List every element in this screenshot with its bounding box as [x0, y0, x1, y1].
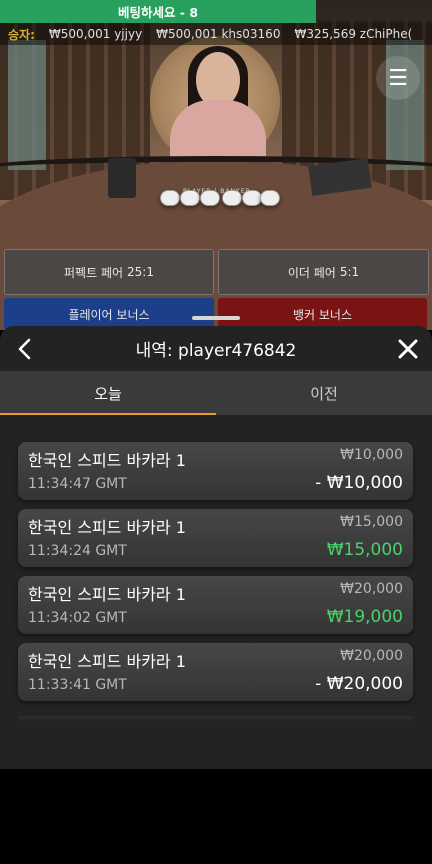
history-entry[interactable]: 한국인 스피드 바카라 1 11:34:24 GMT ₩15,000 ₩15,0… — [18, 509, 413, 567]
entry-amount: - ₩10,000 — [315, 473, 403, 493]
history-title: 내역: player476842 — [135, 341, 297, 361]
close-icon[interactable] — [394, 335, 422, 363]
winners-ticker: 승자: ₩500,001 yjjyy ₩500,001 khs03160 ₩32… — [0, 23, 432, 45]
entry-stake: ₩20,000 — [340, 581, 403, 597]
entry-time: 11:34:24 GMT — [28, 543, 127, 559]
chevron-left-icon[interactable] — [10, 335, 38, 363]
entry-game: 한국인 스피드 바카라 1 — [28, 518, 186, 537]
entry-game: 한국인 스피드 바카라 1 — [28, 652, 186, 671]
entry-amount: - ₩20,000 — [315, 674, 403, 694]
either-pair-odds: 5:1 — [339, 265, 360, 279]
banker-bonus-label: 뱅커 보너스 — [292, 307, 352, 322]
playing-card — [222, 190, 242, 206]
playing-card — [242, 190, 262, 206]
tab-today[interactable]: 오늘 — [0, 371, 216, 415]
winners-label: 승자: — [8, 27, 35, 42]
entry-amount: ₩15,000 — [326, 540, 403, 560]
entry-game: 한국인 스피드 바카라 1 — [28, 451, 186, 470]
history-sheet: 내역: player476842 오늘 이전 한국인 스피드 바카라 1 11:… — [0, 326, 432, 769]
perfect-pair-bet[interactable]: 퍼펙트 페어 25:1 — [4, 249, 214, 295]
playing-card — [160, 190, 180, 206]
entry-amount: ₩19,000 — [326, 607, 403, 627]
history-entry[interactable]: 한국인 스피드 바카라 1 11:34:47 GMT ₩10,000 - ₩10… — [18, 442, 413, 500]
player-bonus-label: 플레이어 보너스 — [68, 307, 150, 322]
entry-stake: ₩20,000 — [340, 648, 403, 664]
history-header: 내역: player476842 — [0, 326, 432, 371]
bet-timer-track — [316, 0, 432, 23]
wall-panel-left — [8, 40, 46, 170]
history-list: 한국인 스피드 바카라 1 11:34:47 GMT ₩10,000 - ₩10… — [18, 442, 414, 710]
winner-item: ₩500,001 yjjyy — [48, 27, 143, 41]
perfect-pair-label: 퍼펙트 페어 — [64, 265, 124, 280]
entry-time: 11:34:02 GMT — [28, 610, 127, 626]
history-entry[interactable]: 한국인 스피드 바카라 1 11:33:41 GMT ₩20,000 - ₩20… — [18, 643, 413, 701]
list-fade — [18, 716, 413, 722]
hamburger-menu-icon[interactable]: ☰ — [376, 56, 420, 100]
playing-card — [200, 190, 220, 206]
history-tabs: 오늘 이전 — [0, 371, 432, 415]
perfect-pair-odds: 25:1 — [127, 265, 154, 279]
entry-time: 11:34:47 GMT — [28, 476, 127, 492]
entry-stake: ₩15,000 — [340, 514, 403, 530]
card-shoe-left — [108, 158, 136, 198]
history-entry[interactable]: 한국인 스피드 바카라 1 11:34:02 GMT ₩20,000 ₩19,0… — [18, 576, 413, 634]
either-pair-bet[interactable]: 이더 페어 5:1 — [218, 249, 429, 295]
winner-item: ₩325,569 zChiPhe( — [294, 27, 413, 41]
winner-item: ₩500,001 khs03160 — [156, 27, 281, 41]
entry-time: 11:33:41 GMT — [28, 677, 127, 693]
bet-timer-bar: 베팅하세요 - 8 — [0, 0, 316, 23]
entry-stake: ₩10,000 — [340, 447, 403, 463]
tab-previous[interactable]: 이전 — [216, 371, 432, 415]
dealt-cards — [160, 190, 280, 206]
entry-game: 한국인 스피드 바카라 1 — [28, 585, 186, 604]
playing-card — [180, 190, 200, 206]
sheet-drag-handle[interactable] — [192, 316, 240, 320]
either-pair-label: 이더 페어 — [287, 265, 336, 280]
playing-card — [260, 190, 280, 206]
